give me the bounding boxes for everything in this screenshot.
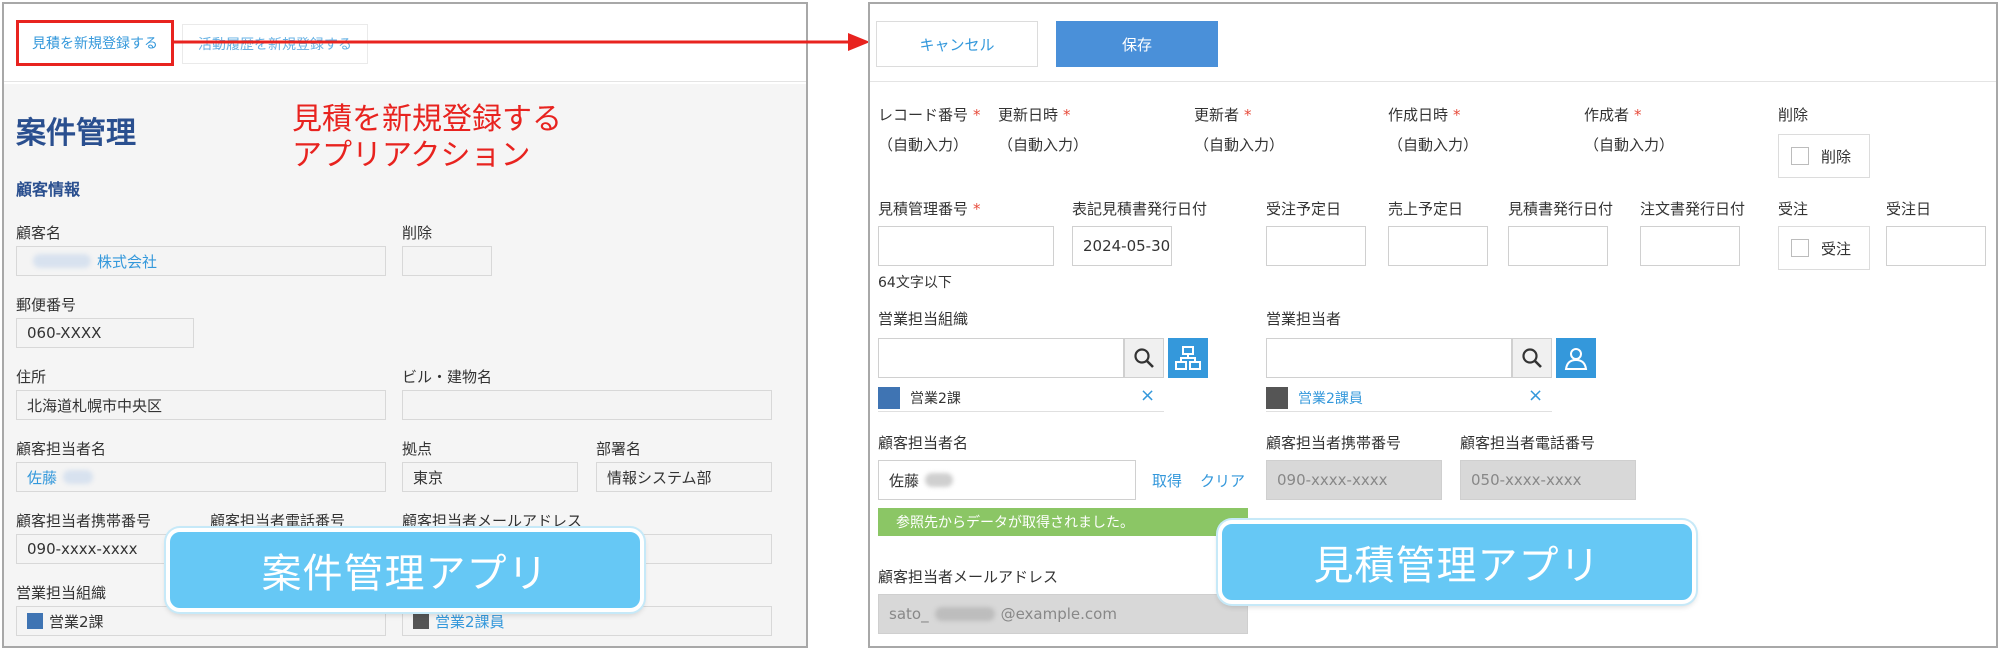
search-icon <box>1522 348 1542 368</box>
user-icon <box>1564 348 1588 370</box>
sales-plan-input[interactable] <box>1388 226 1488 266</box>
order-plan-label: 受注予定日 <box>1266 200 1342 218</box>
updated-by-value: （自動入力） <box>1194 136 1285 154</box>
estimate-issue-input[interactable] <box>1508 226 1608 266</box>
remove-person-button[interactable]: × <box>1528 385 1543 406</box>
org-chart-icon <box>1175 346 1201 370</box>
estimate-app-badge: 見積管理アプリ <box>1218 520 1696 604</box>
contact-email-prefix: sato_ <box>889 605 929 623</box>
order-date-label: 受注日 <box>1886 200 1932 218</box>
remove-org-button[interactable]: × <box>1140 385 1155 406</box>
cancel-button[interactable]: キャンセル <box>876 21 1038 67</box>
estimate-no-hint: 64文字以下 <box>878 275 952 291</box>
updated-at-label: 更新日時 * <box>998 106 1071 124</box>
fetch-link[interactable]: 取得 <box>1152 470 1182 491</box>
org-select-button[interactable] <box>1168 338 1208 378</box>
contact-mobile-field: 090-xxxx-xxxx <box>1266 460 1442 500</box>
estimate-no-label: 見積管理番号 * <box>878 200 981 218</box>
created-at-label: 作成日時 * <box>1388 106 1461 124</box>
record-no-value: （自動入力） <box>878 136 969 154</box>
order-doc-issue-input[interactable] <box>1640 226 1740 266</box>
order-label: 受注 <box>1778 200 1809 218</box>
order-checkbox-group: 受注 <box>1778 226 1870 270</box>
sales-person-search-input[interactable] <box>1266 338 1512 378</box>
record-no-label: レコード番号 * <box>878 106 981 124</box>
delete-checkbox[interactable] <box>1791 147 1809 165</box>
contact-email-label: 顧客担当者メールアドレス <box>878 568 1059 586</box>
delete-checkbox-group: 削除 <box>1778 134 1870 178</box>
sales-org-search-button[interactable] <box>1124 338 1164 378</box>
delete-option: 削除 <box>1821 147 1852 166</box>
created-by-value: （自動入力） <box>1584 136 1675 154</box>
contact-name-value: 佐藤 <box>889 471 920 490</box>
order-checkbox[interactable] <box>1791 239 1809 257</box>
fetch-success-notice: 参照先からデータが取得されました。 <box>878 508 1248 536</box>
selected-org-value: 営業2課 <box>910 390 961 407</box>
selected-person-chip: 営業2課員 <box>1266 384 1552 412</box>
sales-person-search-button[interactable] <box>1512 338 1552 378</box>
estimate-management-panel: キャンセル 保存 レコード番号 * （自動入力） 更新日時 * （自動入力） 更新者… <box>868 2 1998 648</box>
order-option: 受注 <box>1821 239 1852 258</box>
clear-link[interactable]: クリア <box>1200 470 1245 491</box>
selected-person-value[interactable]: 営業2課員 <box>1298 388 1363 408</box>
user-select-button[interactable] <box>1556 338 1596 378</box>
issue-date-display-input[interactable]: 2024-05-30 <box>1072 226 1172 266</box>
order-plan-input[interactable] <box>1266 226 1366 266</box>
redacted-text <box>934 607 995 621</box>
sales-org-label: 営業担当組織 <box>878 310 969 328</box>
delete-label: 削除 <box>1778 106 1809 124</box>
estimate-issue-label: 見積書発行日付 <box>1508 200 1614 218</box>
contact-phone-label: 顧客担当者電話番号 <box>1460 434 1596 452</box>
order-doc-issue-label: 注文書発行日付 <box>1640 200 1746 218</box>
contact-phone-field: 050-xxxx-xxxx <box>1460 460 1636 500</box>
button-bar <box>870 4 1996 82</box>
contact-name-input[interactable]: 佐藤 <box>878 460 1136 500</box>
created-at-value: （自動入力） <box>1388 136 1479 154</box>
issue-date-display-label: 表記見積書発行日付 <box>1072 200 1208 218</box>
search-icon <box>1134 348 1154 368</box>
user-icon <box>1266 386 1288 409</box>
contact-email-suffix: @example.com <box>1000 605 1117 623</box>
contact-email-field: sato_ @example.com <box>878 594 1248 634</box>
contact-mobile-label: 顧客担当者携帯番号 <box>1266 434 1402 452</box>
save-button[interactable]: 保存 <box>1056 21 1218 67</box>
redacted-text <box>925 473 954 487</box>
created-by-label: 作成者 * <box>1584 106 1642 124</box>
estimate-no-input[interactable] <box>878 226 1054 266</box>
sales-org-search-input[interactable] <box>878 338 1124 378</box>
sales-person-label: 営業担当者 <box>1266 310 1342 328</box>
updated-at-value: （自動入力） <box>998 136 1089 154</box>
order-date-input[interactable] <box>1886 226 1986 266</box>
updated-by-label: 更新者 * <box>1194 106 1252 124</box>
sales-plan-label: 売上予定日 <box>1388 200 1464 218</box>
contact-name-label: 顧客担当者名 <box>878 434 969 452</box>
org-icon <box>878 386 900 409</box>
selected-org-chip: 営業2課 <box>878 384 1164 412</box>
